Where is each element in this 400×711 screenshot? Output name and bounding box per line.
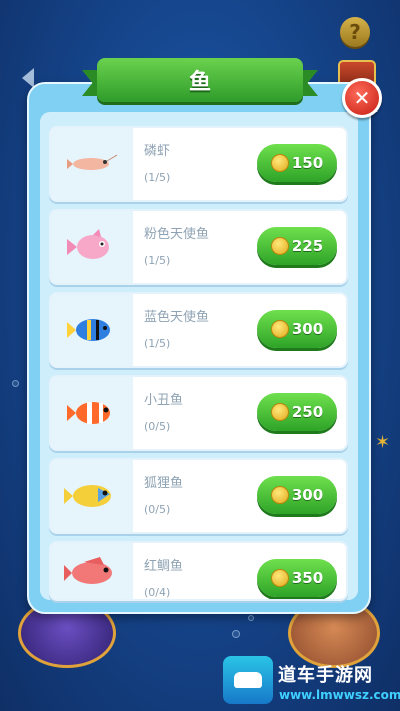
close-icon: ✕: [353, 86, 371, 110]
coin-icon: [270, 403, 289, 421]
item-name: 粉色天使鱼: [144, 227, 210, 242]
list-item: 狐狸鱼 (0/5) 300: [49, 458, 348, 534]
coin-icon: [270, 154, 289, 172]
buy-button[interactable]: 300: [257, 476, 337, 514]
list-item: 小丑鱼 (0/5) 250: [49, 375, 348, 451]
item-count: (0/5): [144, 503, 171, 516]
buy-button[interactable]: 150: [257, 144, 337, 182]
item-name: 磷虾: [144, 144, 171, 159]
previous-arrow-icon[interactable]: [22, 68, 34, 88]
coral-icon: ✶: [375, 432, 391, 453]
watermark-logo-icon: [223, 656, 273, 704]
list-item: 红鲷鱼 (0/4) 350: [49, 541, 348, 601]
buy-button[interactable]: 250: [257, 393, 337, 431]
item-name: 红鲷鱼: [144, 559, 184, 574]
item-count: (0/5): [144, 420, 171, 433]
buy-button[interactable]: 350: [257, 559, 337, 597]
coin-icon: [270, 237, 289, 255]
price: 350: [291, 569, 324, 587]
blue-angelfish-icon: [51, 294, 133, 366]
item-name: 小丑鱼: [144, 393, 184, 408]
coin-icon: [270, 569, 289, 587]
item-count: (1/5): [144, 171, 171, 184]
coin-icon: [270, 320, 289, 338]
watermark-url: www.lmwwsz.com: [279, 688, 400, 702]
item-count: (0/4): [144, 586, 171, 599]
close-button[interactable]: ✕: [342, 78, 382, 118]
bubble-icon: [12, 380, 19, 387]
item-count: (1/5): [144, 254, 171, 267]
item-name: 蓝色天使鱼: [144, 310, 210, 325]
bubble-icon: [232, 630, 240, 638]
panel-title: 鱼: [188, 70, 211, 95]
foxface-fish-icon: [51, 460, 133, 532]
list-item: 粉色天使鱼 (1/5) 225: [49, 209, 348, 285]
watermark-title: 道车手游网: [278, 665, 373, 686]
buy-button[interactable]: 225: [257, 227, 337, 265]
red-snapper-icon: [51, 543, 133, 599]
pink-angelfish-icon: [51, 211, 133, 283]
price: 300: [291, 486, 324, 504]
title-ribbon: 鱼: [97, 58, 303, 102]
item-name: 狐狸鱼: [144, 476, 184, 491]
price: 300: [291, 320, 324, 338]
price: 225: [291, 237, 324, 255]
coin-icon: [270, 486, 289, 504]
list-item: 蓝色天使鱼 (1/5) 300: [49, 292, 348, 368]
price: 250: [291, 403, 324, 421]
bubble-icon: [248, 615, 254, 621]
item-count: (1/5): [144, 337, 171, 350]
help-button[interactable]: ?: [340, 17, 370, 47]
buy-button[interactable]: 300: [257, 310, 337, 348]
price: 150: [291, 154, 324, 172]
list-item: 磷虾 (1/5) 150: [49, 126, 348, 202]
clownfish-icon: [51, 377, 133, 449]
krill-icon: [51, 128, 133, 200]
